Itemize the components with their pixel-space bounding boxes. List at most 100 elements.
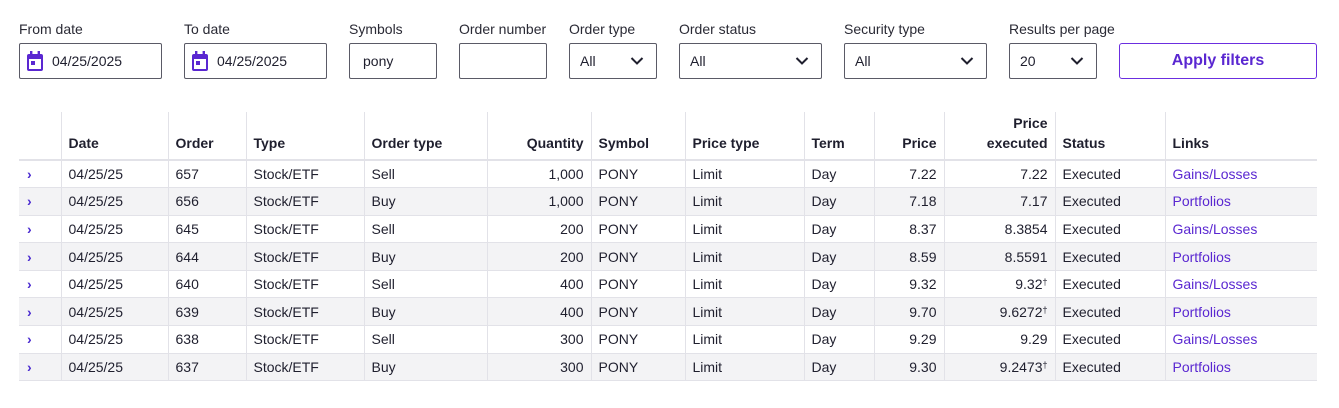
chevron-right-icon[interactable]: ›: [27, 221, 32, 237]
cell-price-executed: 7.17: [943, 187, 1055, 216]
table-header-row: Date Order Type Order type Quantity Symb…: [19, 112, 1317, 161]
cell-price-executed: 9.32†: [943, 270, 1055, 299]
order-status-select[interactable]: All: [679, 43, 822, 79]
expand-row-cell[interactable]: ›: [19, 242, 61, 271]
results-per-page-select[interactable]: 20: [1009, 43, 1097, 79]
cell-symbol: PONY: [590, 242, 685, 271]
header-price-executed-line1: Price: [1013, 115, 1048, 131]
header-term[interactable]: Term: [803, 112, 874, 161]
from-date-filter: From date 04/25/2025: [19, 20, 162, 79]
expand-row-cell[interactable]: ›: [19, 325, 61, 354]
cell-order-type: Sell: [363, 215, 487, 244]
cell-date: 04/25/25: [60, 160, 168, 189]
order-number-input[interactable]: [459, 43, 547, 79]
cell-quantity: 300: [486, 325, 591, 354]
symbols-input[interactable]: pony: [349, 43, 437, 79]
cell-price: 9.70: [873, 297, 944, 327]
expand-row-cell[interactable]: ›: [19, 187, 61, 216]
cell-status: Executed: [1054, 297, 1165, 327]
dagger-mark: †: [1042, 304, 1048, 315]
chevron-right-icon[interactable]: ›: [27, 331, 32, 347]
order-type-select[interactable]: All: [569, 43, 657, 79]
cell-symbol: PONY: [590, 270, 685, 299]
cell-type: Stock/ETF: [245, 187, 364, 216]
header-quantity[interactable]: Quantity: [486, 112, 591, 161]
row-link[interactable]: Portfolios: [1173, 193, 1231, 209]
cell-order: 657: [167, 160, 246, 189]
row-link[interactable]: Portfolios: [1173, 249, 1231, 265]
expand-row-cell[interactable]: ›: [19, 270, 61, 299]
cell-price: 9.29: [873, 325, 944, 354]
cell-links: Portfolios: [1164, 187, 1317, 216]
header-price-executed[interactable]: Price executed: [943, 112, 1055, 161]
chevron-right-icon[interactable]: ›: [27, 304, 32, 320]
cell-price-executed: 9.29: [943, 325, 1055, 354]
chevron-right-icon[interactable]: ›: [27, 249, 32, 265]
cell-status: Executed: [1054, 353, 1165, 382]
price-executed-value: 9.32: [1015, 276, 1043, 293]
row-link[interactable]: Portfolios: [1173, 304, 1231, 320]
cell-symbol: PONY: [590, 215, 685, 244]
header-order[interactable]: Order: [167, 112, 246, 161]
cell-order: 637: [167, 353, 246, 382]
cell-order: 639: [167, 297, 246, 327]
cell-order: 645: [167, 215, 246, 244]
cell-links: Gains/Losses: [1164, 270, 1317, 299]
cell-status: Executed: [1054, 270, 1165, 299]
row-link[interactable]: Gains/Losses: [1173, 166, 1258, 182]
header-status[interactable]: Status: [1054, 112, 1165, 161]
chevron-right-icon[interactable]: ›: [27, 166, 32, 182]
cell-term: Day: [803, 325, 874, 354]
cell-quantity: 1,000: [486, 187, 591, 216]
to-date-input[interactable]: 04/25/2025: [184, 43, 327, 79]
chevron-right-icon[interactable]: ›: [27, 276, 32, 292]
from-date-value: 04/25/2025: [52, 53, 123, 69]
calendar-icon[interactable]: [191, 51, 209, 72]
header-date[interactable]: Date: [60, 112, 168, 161]
results-per-page-filter: Results per page 20: [1009, 20, 1115, 79]
cell-type: Stock/ETF: [245, 242, 364, 271]
cell-price: 8.59: [873, 242, 944, 271]
cell-price-type: Limit: [684, 297, 804, 327]
cell-price-executed: 9.6272†: [943, 297, 1055, 327]
expand-row-cell[interactable]: ›: [19, 215, 61, 244]
cell-type: Stock/ETF: [245, 270, 364, 299]
cell-type: Stock/ETF: [245, 353, 364, 382]
cell-order-type: Sell: [363, 325, 487, 354]
cell-term: Day: [803, 297, 874, 327]
expand-row-cell[interactable]: ›: [19, 353, 61, 382]
header-order-type[interactable]: Order type: [363, 112, 487, 161]
security-type-select[interactable]: All: [844, 43, 987, 79]
price-executed-value: 8.5591: [1004, 248, 1048, 265]
header-price-type[interactable]: Price type: [684, 112, 804, 161]
table-row: › 04/25/25 657 Stock/ETF Sell 1,000 PONY Limit D…: [19, 160, 1317, 189]
table-row: › 04/25/25 640 Stock/ETF Sell 400 PONY Limit Day…: [19, 270, 1317, 299]
calendar-icon[interactable]: [26, 51, 44, 72]
chevron-right-icon[interactable]: ›: [27, 359, 32, 375]
row-link[interactable]: Gains/Losses: [1173, 276, 1258, 292]
row-link[interactable]: Gains/Losses: [1173, 331, 1258, 347]
cell-price-type: Limit: [684, 242, 804, 271]
security-type-value: All: [855, 53, 871, 69]
table-row: › 04/25/25 638 Stock/ETF Sell 300 PONY Limit Day…: [19, 325, 1317, 354]
cell-order-type: Buy: [363, 187, 487, 216]
row-link[interactable]: Gains/Losses: [1173, 221, 1258, 237]
cell-price-type: Limit: [684, 160, 804, 189]
chevron-down-icon: [795, 57, 809, 65]
chevron-right-icon[interactable]: ›: [27, 193, 32, 209]
cell-order: 638: [167, 325, 246, 354]
header-price[interactable]: Price: [873, 112, 944, 161]
cell-symbol: PONY: [590, 160, 685, 189]
expand-row-cell[interactable]: ›: [19, 297, 61, 327]
header-expand: [19, 112, 61, 161]
row-link[interactable]: Portfolios: [1173, 359, 1231, 375]
from-date-input[interactable]: 04/25/2025: [19, 43, 162, 79]
cell-order-type: Sell: [363, 270, 487, 299]
header-type[interactable]: Type: [245, 112, 364, 161]
cell-status: Executed: [1054, 215, 1165, 244]
security-type-filter: Security type All: [844, 20, 987, 79]
table-row: › 04/25/25 639 Stock/ETF Buy 400 PONY Limit Day 9…: [19, 297, 1317, 327]
header-symbol[interactable]: Symbol: [590, 112, 685, 161]
expand-row-cell[interactable]: ›: [19, 160, 61, 189]
apply-filters-button[interactable]: Apply filters: [1119, 43, 1317, 79]
